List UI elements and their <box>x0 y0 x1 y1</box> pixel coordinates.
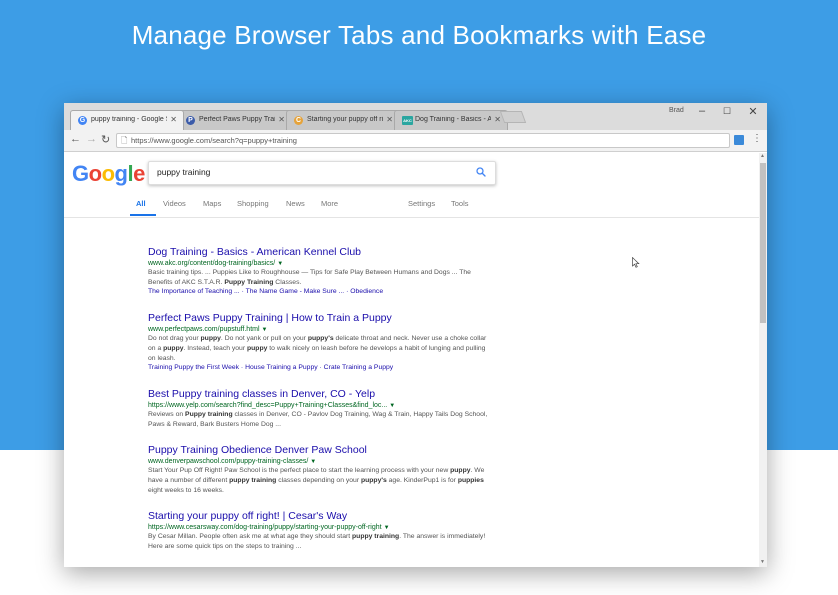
scroll-up-icon[interactable]: ▲ <box>760 153 765 159</box>
result-snippet: Basic training tips. ... Puppies Like to… <box>148 269 471 286</box>
tab-favicon-icon: C <box>294 116 303 125</box>
result-title-link[interactable]: Best Puppy training classes in Denver, C… <box>148 388 488 400</box>
scrollbar-thumb[interactable] <box>760 163 766 323</box>
result-title-link[interactable]: Puppy Training Obedience Denver Paw Scho… <box>148 444 488 456</box>
result-url: https://www.cesarsway.com/dog-training/p… <box>148 524 488 531</box>
result-snippet: By Cesar Millan. People often ask me at … <box>148 533 486 550</box>
page-viewport: Google All Videos Maps Shopping News More Sett… <box>64 153 767 567</box>
result-snippet: Start Your Pup Off Right! Paw School is … <box>148 467 485 494</box>
result-menu-icon[interactable]: ▼ <box>277 261 283 267</box>
tab-favicon-icon: AKC <box>402 116 413 125</box>
result-menu-icon[interactable]: ▼ <box>384 525 390 531</box>
reload-icon[interactable]: ↻ <box>101 133 110 146</box>
tab-label: Perfect Paws Puppy Train <box>199 116 275 123</box>
search-tab-videos[interactable]: Videos <box>163 199 186 208</box>
result-sitelinks[interactable]: The Importance of Teaching ... · The Nam… <box>148 288 488 295</box>
back-icon[interactable]: ← <box>70 133 81 145</box>
hero-title: Manage Browser Tabs and Bookmarks with E… <box>131 20 707 50</box>
logo-letter: e <box>133 161 145 186</box>
scroll-down-icon[interactable]: ▼ <box>760 559 765 565</box>
result-snippet: Reviews on Puppy training classes in Den… <box>148 411 488 428</box>
search-result: Perfect Paws Puppy Training | How to Tra… <box>148 312 488 371</box>
google-logo[interactable]: Google <box>72 161 145 187</box>
result-snippet: Do not drag your puppy. Do not yank or p… <box>148 335 487 362</box>
page-scrollbar[interactable]: ▲ ▼ <box>759 153 767 567</box>
logo-letter: G <box>72 161 89 186</box>
close-tab-icon[interactable]: ✕ <box>170 115 177 124</box>
tab-favicon-icon: G <box>78 116 87 125</box>
maximize-icon[interactable]: ☐ <box>717 106 737 117</box>
result-url-text: https://www.yelp.com/search?find_desc=Pu… <box>148 402 388 409</box>
result-menu-icon[interactable]: ▼ <box>262 327 268 333</box>
result-url: www.denverpawschool.com/puppy-training-c… <box>148 458 488 465</box>
tab-label: puppy training - Google S <box>91 116 167 123</box>
result-url: https://www.yelp.com/search?find_desc=Pu… <box>148 402 488 409</box>
search-result: Starting your puppy off right! | Cesar's… <box>148 510 488 552</box>
title-bar: Gpuppy training - Google S ✕ P Perfect Paws… <box>64 103 767 130</box>
result-sitelinks[interactable]: Training Puppy the First Week · House Tr… <box>148 364 488 371</box>
browser-toolbar: ← → ↻ 🗋 https://www.google.com/search?q=… <box>64 130 767 152</box>
search-tab-news[interactable]: News <box>286 199 305 208</box>
tab-label: Starting your puppy off ri <box>307 116 383 123</box>
browser-window: Gpuppy training - Google S ✕ P Perfect Paws… <box>64 103 767 567</box>
result-url-text: www.akc.org/content/dog-training/basics/ <box>148 260 276 267</box>
search-result: Dog Training - Basics - American Kennel … <box>148 246 488 295</box>
browser-tab[interactable]: AKC Dog Training - Basics - A ✕ <box>394 110 508 130</box>
result-title-link[interactable]: Starting your puppy off right! | Cesar's… <box>148 510 488 522</box>
result-url-text: www.denverpawschool.com/puppy-training-c… <box>148 458 309 465</box>
active-tab-underline <box>130 214 156 216</box>
close-window-icon[interactable]: ✕ <box>743 105 763 118</box>
result-menu-icon[interactable]: ▼ <box>310 459 316 465</box>
search-input[interactable] <box>157 167 457 177</box>
tab-label: Dog Training - Basics - A <box>415 116 491 123</box>
search-icon[interactable] <box>475 166 487 178</box>
extension-icon[interactable] <box>734 135 744 145</box>
search-tab-tools[interactable]: Tools <box>451 199 469 208</box>
mouse-cursor-icon <box>632 257 640 268</box>
browser-tab[interactable]: P Perfect Paws Puppy Train ✕ <box>178 110 292 130</box>
result-title-link[interactable]: Perfect Paws Puppy Training | How to Tra… <box>148 312 488 324</box>
minimize-icon[interactable]: – <box>692 105 712 117</box>
search-header: Google All Videos Maps Shopping News More Sett… <box>64 153 759 218</box>
search-result: Puppy Training Obedience Denver Paw Scho… <box>148 444 488 496</box>
search-tab-all[interactable]: All <box>136 199 146 208</box>
result-url: www.akc.org/content/dog-training/basics/… <box>148 260 488 267</box>
result-url-text: www.perfectpaws.com/pupstuff.html <box>148 326 260 333</box>
browser-tab[interactable]: Gpuppy training - Google S ✕ <box>70 110 184 130</box>
forward-icon[interactable]: → <box>86 133 97 145</box>
tab-favicon-icon: P <box>186 116 195 125</box>
search-tab-shopping[interactable]: Shopping <box>237 199 269 208</box>
page-info-icon[interactable]: 🗋 <box>121 135 127 149</box>
close-tab-icon[interactable]: ✕ <box>494 115 501 124</box>
result-menu-icon[interactable]: ▼ <box>389 403 395 409</box>
result-url-text: https://www.cesarsway.com/dog-training/p… <box>148 524 382 531</box>
logo-letter: o <box>88 161 102 186</box>
result-url: www.perfectpaws.com/pupstuff.html ▼ <box>148 326 488 333</box>
logo-letter: g <box>114 161 128 186</box>
browser-menu-icon[interactable]: ⋮ <box>752 133 762 144</box>
result-title-link[interactable]: Dog Training - Basics - American Kennel … <box>148 246 488 258</box>
search-tab-more[interactable]: More <box>321 199 338 208</box>
address-bar[interactable]: 🗋 https://www.google.com/search?q=puppy+… <box>116 133 730 148</box>
new-tab-button[interactable] <box>499 111 527 123</box>
address-url[interactable]: https://www.google.com/search?q=puppy+tr… <box>131 136 297 145</box>
close-tab-icon[interactable]: ✕ <box>386 115 393 124</box>
search-result: Best Puppy training classes in Denver, C… <box>148 388 488 430</box>
profile-name[interactable]: Brad <box>669 107 684 114</box>
browser-tab[interactable]: C Starting your puppy off ri ✕ <box>286 110 400 130</box>
search-tab-maps[interactable]: Maps <box>203 199 221 208</box>
search-tab-settings[interactable]: Settings <box>408 199 435 208</box>
close-tab-icon[interactable]: ✕ <box>278 115 285 124</box>
search-box[interactable] <box>148 161 496 185</box>
logo-letter: o <box>101 161 115 186</box>
